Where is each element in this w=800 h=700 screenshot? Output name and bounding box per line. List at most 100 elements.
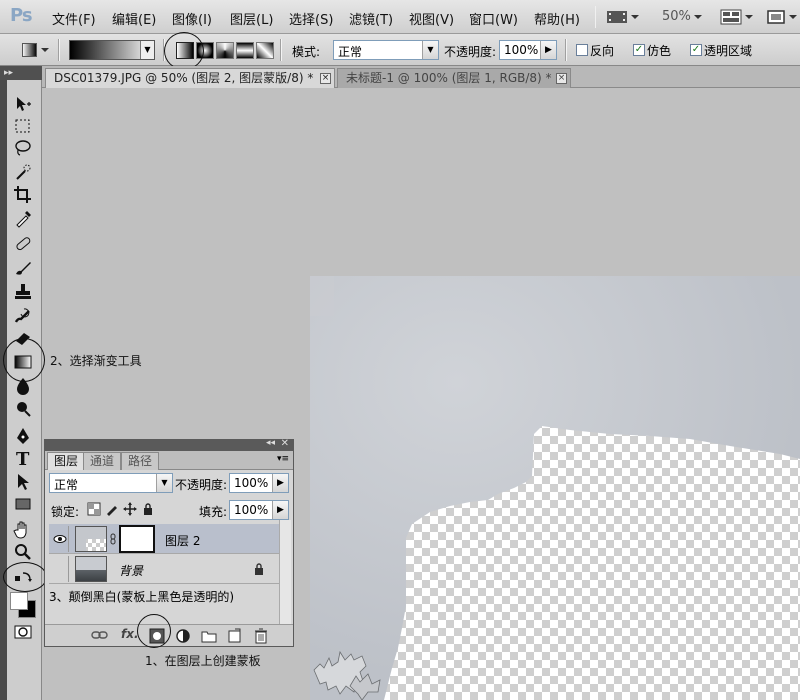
zoom-level[interactable]: 50% [662,9,691,24]
close-icon[interactable]: × [320,73,331,84]
lock-all-icon[interactable] [141,502,155,519]
tab-layers[interactable]: 图层 [47,452,86,470]
radial-gradient-button[interactable] [196,42,214,59]
chain-link-icon[interactable] [110,533,116,548]
tab-label: DSC01379.JPG @ 50% (图层 2, 图层蒙版/8) * [54,71,314,85]
collapse-icon[interactable]: ◂◂ [266,438,275,448]
reverse-checkbox[interactable] [576,44,588,56]
menu-window[interactable]: 窗口(W) [469,9,518,28]
close-icon[interactable]: × [556,73,567,84]
reverse-label: 反向 [590,44,615,58]
history-brush-tool-icon[interactable] [12,306,34,326]
linear-gradient-button[interactable] [176,42,194,59]
layer-opacity-input[interactable]: 100% ▶ [229,473,289,493]
blur-tool-icon[interactable] [12,376,34,396]
workspace-icon[interactable] [766,9,800,28]
opacity-slider-arrow-icon[interactable]: ▶ [540,41,556,59]
menu-layer[interactable]: 图层(L) [230,9,273,28]
menu-select[interactable]: 选择(S) [289,9,333,28]
menu-help[interactable]: 帮助(H) [534,9,580,28]
color-swatches[interactable] [8,590,38,620]
move-tool-icon[interactable] [12,94,34,114]
menu-edit[interactable]: 编辑(E) [112,9,156,28]
blend-mode-value: 正常 [54,478,79,492]
transparency-label: 透明区域 [704,44,753,58]
lock-image-icon[interactable] [105,502,119,519]
crop-tool-icon[interactable] [12,184,34,204]
tab-dsc01379[interactable]: DSC01379.JPG @ 50% (图层 2, 图层蒙版/8) * × [45,68,335,88]
eraser-tool-icon[interactable] [12,328,34,348]
marquee-tool-icon[interactable] [12,116,34,136]
tab-untitled-1[interactable]: 未标题-1 @ 100% (图层 1, RGB/8) * × [337,68,571,88]
dither-checkbox[interactable]: ✓ [633,44,645,56]
fill-input[interactable]: 100% ▶ [229,500,289,520]
diamond-gradient-button[interactable] [256,42,274,59]
mode-select[interactable]: 正常 ▼ [333,40,439,60]
type-tool-icon[interactable]: T [12,448,34,470]
blend-mode-select[interactable]: 正常 ▼ [49,473,173,493]
layer-name: 图层 2 [165,534,201,548]
arrange-documents-icon[interactable] [720,9,754,28]
quick-mask-icon[interactable] [12,622,34,642]
fx-icon[interactable]: fx. [121,627,139,641]
layers-footer: fx. [45,624,293,646]
foreground-color-swatch[interactable] [10,592,28,610]
pen-tool-icon[interactable] [12,426,34,446]
clone-stamp-tool-icon[interactable] [12,282,34,302]
adjustment-layer-icon[interactable] [175,628,191,647]
menu-file[interactable]: 文件(F) [52,9,96,28]
quick-selection-tool-icon[interactable] [12,162,34,182]
menu-image[interactable]: 图像(I) [172,9,212,28]
shape-tool-icon[interactable] [12,494,34,514]
layer-thumbnail [75,556,107,582]
delete-layer-icon[interactable] [253,628,269,647]
new-layer-icon[interactable] [227,628,243,647]
dodge-tool-icon[interactable] [12,398,34,418]
toolbox-collapse-icon[interactable]: ▸▸ [0,66,42,80]
angle-gradient-button[interactable] [216,42,234,59]
transparency-checkbox[interactable]: ✓ [690,44,702,56]
eye-icon[interactable] [51,526,69,552]
layer-row-background[interactable]: 背景 [49,554,289,584]
tab-paths[interactable]: 路径 [121,452,160,470]
gradient-picker[interactable]: ▼ [69,40,155,60]
opacity-slider-arrow-icon[interactable]: ▶ [272,474,288,492]
healing-brush-tool-icon[interactable] [12,234,34,254]
document-canvas[interactable] [310,276,800,700]
layer-row-layer2[interactable]: 图层 2 [49,524,289,554]
zoom-tool-icon[interactable] [12,542,34,562]
menu-separator [595,6,596,28]
layers-panel: ◂◂ ✕ 图层 通道 路径 ▾≡ 正常 ▼ 不透明度: 100% ▶ 锁定: 填… [44,438,294,647]
tab-channels[interactable]: 通道 [83,452,122,470]
lasso-tool-icon[interactable] [12,138,34,158]
screen-mode-icon[interactable] [606,9,640,28]
panel-tabs: 图层 通道 路径 ▾≡ [45,451,293,470]
visibility-toggle[interactable] [51,556,69,582]
layer-mask-thumbnail[interactable] [119,525,155,553]
add-mask-icon[interactable] [149,628,165,647]
tab-label: 未标题-1 @ 100% (图层 1, RGB/8) * [346,71,552,85]
eyedropper-tool-icon[interactable] [12,208,34,228]
lock-position-icon[interactable] [123,502,137,519]
new-group-icon[interactable] [201,628,217,647]
zoom-dropdown-icon[interactable] [693,9,703,28]
opacity-input[interactable]: 100% ▶ [499,40,557,60]
reflected-gradient-button[interactable] [236,42,254,59]
path-selection-tool-icon[interactable] [12,472,34,492]
panel-menu-icon[interactable]: ▾≡ [277,454,289,464]
gradient-tool-icon[interactable] [12,352,34,372]
brush-tool-icon[interactable] [12,258,34,278]
hand-tool-icon[interactable] [12,520,34,540]
close-icon[interactable]: ✕ [281,438,289,449]
fill-slider-arrow-icon[interactable]: ▶ [272,501,288,519]
link-layers-icon[interactable] [91,628,109,645]
gradient-picker-arrow-icon[interactable]: ▼ [140,41,154,59]
lock-transparent-icon[interactable] [87,502,101,519]
layers-scrollbar[interactable] [279,520,291,624]
fill-value: 100% [234,503,269,517]
layer-opacity-value: 100% [234,476,269,490]
tool-preset-icon[interactable] [22,43,50,60]
swap-colors-icon[interactable] [12,568,34,588]
menu-filter[interactable]: 滤镜(T) [349,9,393,28]
menu-view[interactable]: 视图(V) [409,9,454,28]
